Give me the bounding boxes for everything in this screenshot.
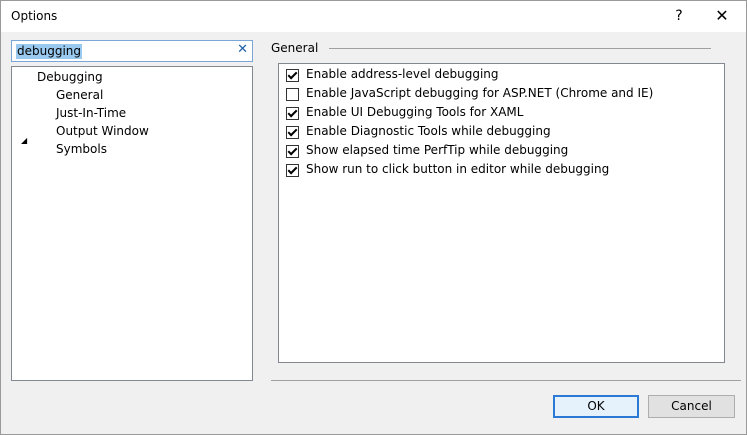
close-button[interactable]: ✕	[707, 3, 737, 29]
option-label: Show run to click button in editor while…	[306, 162, 610, 176]
search-input-value: debugging	[16, 44, 83, 59]
option-checkbox[interactable]	[286, 69, 299, 82]
tree-item-debugging[interactable]: Debugging	[37, 69, 103, 85]
clear-search-icon[interactable]: ✕	[237, 42, 248, 57]
option-checkbox[interactable]	[286, 88, 299, 101]
tree-item-symbols[interactable]: Symbols	[56, 141, 107, 157]
option-row[interactable]: Enable address-level debugging	[279, 66, 719, 84]
option-label: Enable UI Debugging Tools for XAML	[306, 105, 524, 119]
section-title: General	[271, 41, 319, 55]
ok-button[interactable]: OK	[553, 395, 639, 418]
tree-item-just-in-time[interactable]: Just-In-Time	[56, 105, 126, 121]
tree-item-general[interactable]: General	[56, 87, 103, 103]
option-checkbox[interactable]	[286, 107, 299, 120]
option-row[interactable]: Enable Diagnostic Tools while debugging	[279, 123, 719, 141]
window-title: Options	[11, 9, 58, 23]
footer-divider	[271, 380, 741, 381]
option-checkbox[interactable]	[286, 145, 299, 158]
section-divider	[329, 48, 711, 49]
tree-expander-icon[interactable]: ◢	[21, 136, 27, 146]
option-label: Enable Diagnostic Tools while debugging	[306, 124, 551, 138]
tree-item-output-window[interactable]: Output Window	[56, 123, 149, 139]
option-row[interactable]: Enable JavaScript debugging for ASP.NET …	[279, 85, 719, 103]
option-row[interactable]: Show run to click button in editor while…	[279, 161, 719, 179]
title-bar: Options ? ✕	[1, 1, 746, 32]
cancel-button[interactable]: Cancel	[648, 395, 735, 418]
options-dialog: Options ? ✕ debugging ✕ ◢ Debugging Gene…	[0, 0, 747, 435]
options-list: Enable address-level debugging Enable Ja…	[278, 63, 725, 363]
help-button[interactable]: ?	[665, 3, 693, 29]
option-checkbox[interactable]	[286, 164, 299, 177]
options-tree: ◢ Debugging General Just-In-Time Output …	[11, 66, 253, 381]
option-label: Enable address-level debugging	[306, 67, 499, 81]
search-input[interactable]: debugging ✕	[11, 40, 253, 62]
option-checkbox[interactable]	[286, 126, 299, 139]
option-row[interactable]: Enable UI Debugging Tools for XAML	[279, 104, 719, 122]
option-label: Show elapsed time PerfTip while debuggin…	[306, 143, 569, 157]
option-row[interactable]: Show elapsed time PerfTip while debuggin…	[279, 142, 719, 160]
option-label: Enable JavaScript debugging for ASP.NET …	[306, 86, 654, 100]
